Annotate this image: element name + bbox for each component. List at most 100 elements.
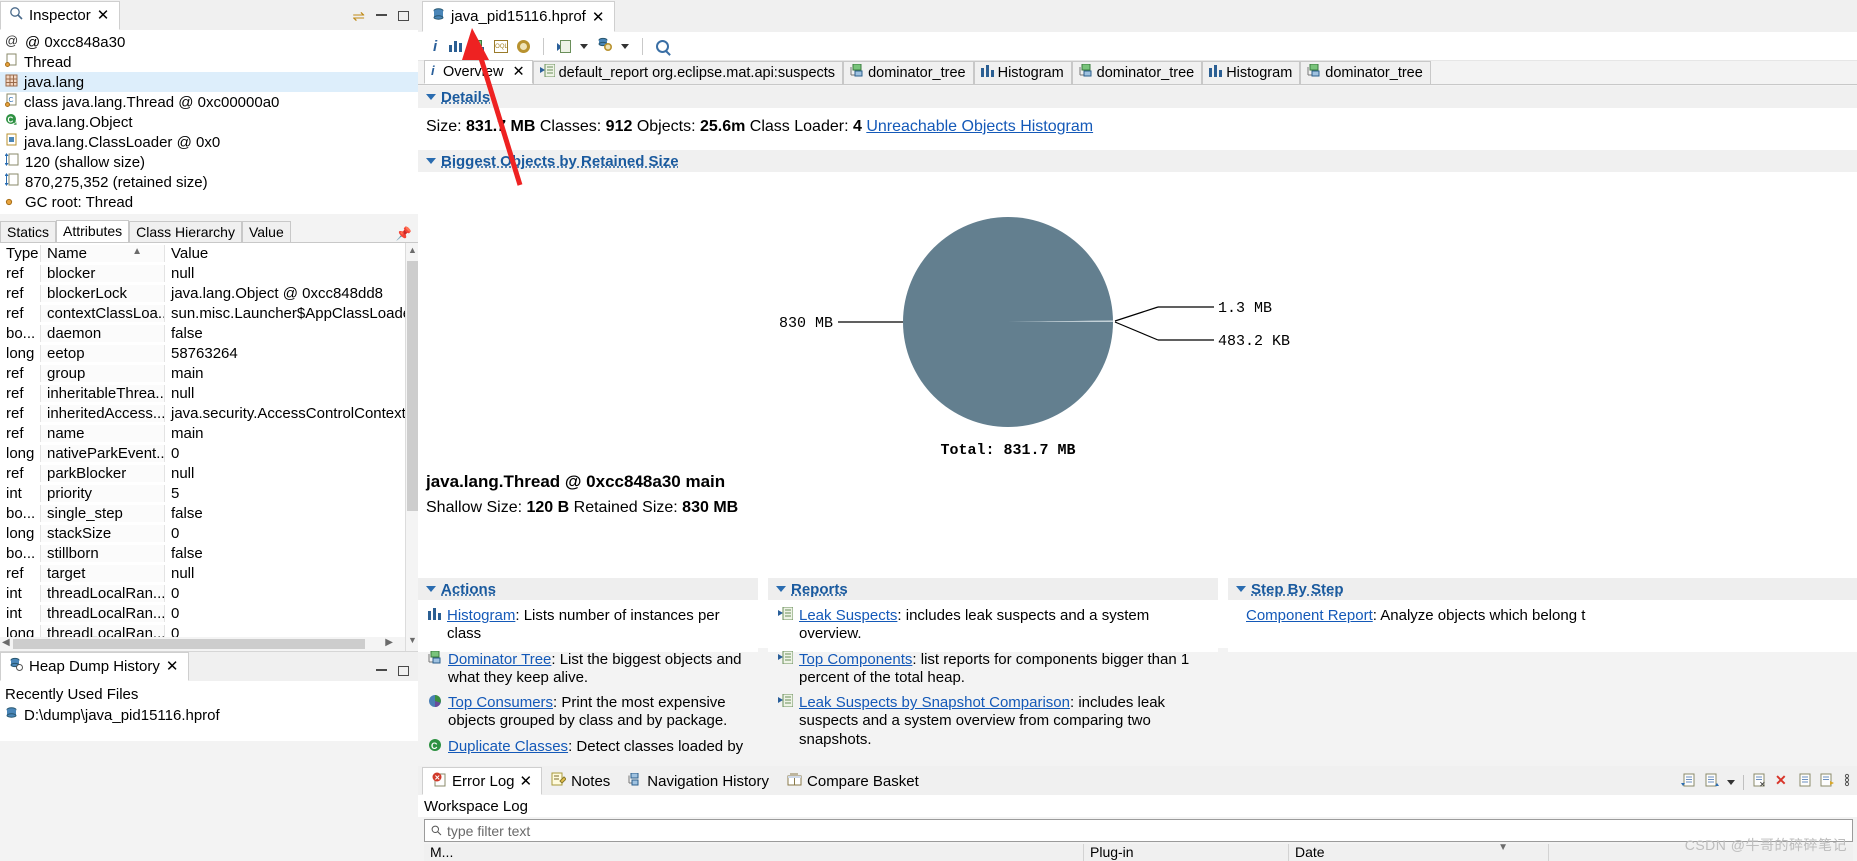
tab-inspector[interactable]: Inspector ✕ (0, 1, 121, 30)
bottom-tab-notes[interactable]: Notes (542, 767, 619, 795)
chevron-down-icon-2[interactable] (621, 43, 630, 49)
scrollbar-thumb[interactable] (407, 261, 418, 511)
minimize-icon[interactable] (376, 669, 387, 671)
inspector-row[interactable]: 120 (shallow size) (0, 152, 418, 172)
inspector-row[interactable]: @ @ 0xcc848a30 (0, 32, 418, 52)
scroll-down-icon[interactable]: ▼ (406, 635, 418, 650)
maximize-icon[interactable] (398, 666, 409, 676)
table-row[interactable]: int threadLocalRan... 0 (0, 603, 418, 623)
table-row[interactable]: ref name main (0, 423, 418, 443)
close-icon[interactable]: ✕ (520, 772, 533, 790)
table-row[interactable]: bo... daemon false (0, 323, 418, 343)
inspector-row[interactable]: Thread (0, 52, 418, 72)
actions-section-header[interactable]: Actions (418, 578, 758, 600)
table-row[interactable]: ref target null (0, 563, 418, 583)
bottom-tab-compare-basket[interactable]: Compare Basket (778, 767, 928, 795)
close-icon[interactable]: ✕ (166, 657, 179, 675)
hscrollbar-thumb[interactable] (13, 639, 365, 649)
inspector-row[interactable]: Cclass java.lang.Thread @ 0xc00000a0 (0, 92, 418, 112)
action-item[interactable]: Top Consumers: Print the most expensive … (418, 687, 758, 731)
chevron-down-icon[interactable] (776, 586, 786, 592)
reports-section-header[interactable]: Reports (768, 578, 1218, 600)
report-link[interactable]: Top Components (799, 651, 912, 668)
biggest-objects-section-header[interactable]: Biggest Objects by Retained Size (418, 150, 1857, 172)
action-link[interactable]: Histogram (447, 607, 515, 624)
action-link[interactable]: Duplicate Classes (448, 738, 568, 755)
report-item[interactable]: Leak Suspects by Snapshot Comparison: in… (768, 687, 1218, 749)
link-editor-icon[interactable]: ⇌ (352, 7, 365, 25)
maximize-icon[interactable] (398, 11, 409, 21)
table-row[interactable]: bo... single_step false (0, 503, 418, 523)
bottom-tab-error-log[interactable]: ✕ Error Log ✕ (422, 767, 543, 795)
table-row[interactable]: ref blocker null (0, 263, 418, 283)
table-row[interactable]: int priority 5 (0, 483, 418, 503)
close-icon[interactable]: ✕ (97, 6, 110, 24)
import-log-icon[interactable] (1681, 773, 1696, 791)
action-item[interactable]: Histogram: Lists number of instances per… (418, 600, 758, 644)
heap-file-item[interactable]: D:\dump\java_pid15116.hprof (0, 705, 418, 726)
scroll-up-icon[interactable]: ▲ (406, 245, 418, 260)
action-link[interactable]: Dominator Tree (448, 651, 551, 668)
log-column-header[interactable]: Plug-in (1084, 844, 1289, 861)
inspections-icon[interactable] (597, 37, 613, 55)
search-icon[interactable] (656, 39, 670, 53)
action-item[interactable]: C Duplicate Classes: Detect classes loade… (418, 731, 758, 757)
export-log-icon[interactable] (1704, 773, 1719, 791)
step-link[interactable]: Component Report (1246, 607, 1373, 624)
inspector-row[interactable]: java.lang (0, 72, 418, 92)
scroll-right-icon[interactable]: ▶ (385, 637, 393, 648)
table-row[interactable]: long nativeParkEvent... 0 (0, 443, 418, 463)
close-icon[interactable]: ✕ (512, 64, 524, 80)
delete-log-icon[interactable]: ✕ (1775, 772, 1790, 791)
open-log-icon[interactable] (1798, 773, 1812, 791)
view-menu-icon[interactable] (1843, 773, 1851, 791)
attr-tab-value[interactable]: Value (241, 221, 291, 242)
table-row[interactable]: ref group main (0, 363, 418, 383)
report-item[interactable]: Leak Suspects: includes leak suspects an… (768, 600, 1218, 644)
action-item[interactable]: Dominator Tree: List the biggest objects… (418, 644, 758, 688)
table-row[interactable]: ref contextClassLoa... sun.misc.Launcher$A… (0, 303, 418, 323)
step-by-step-section-header[interactable]: Step By Step (1228, 578, 1857, 600)
table-row[interactable]: long eetop 58763264 (0, 343, 418, 363)
unreachable-objects-histogram-link[interactable]: Unreachable Objects Histogram (866, 118, 1093, 135)
report-link[interactable]: Leak Suspects by Snapshot Comparison (799, 694, 1070, 711)
inner-tab-dominator_tree[interactable]: dominator_tree (843, 61, 974, 84)
chevron-down-icon[interactable] (1236, 586, 1246, 592)
minimize-icon[interactable] (376, 14, 387, 16)
chevron-down-icon[interactable] (426, 586, 436, 592)
attributes-vertical-scrollbar[interactable]: ▲ ▼ (405, 243, 418, 651)
event-details-icon[interactable] (1820, 773, 1835, 791)
report-link[interactable]: Leak Suspects (799, 607, 897, 624)
inspector-row[interactable]: 870,275,352 (retained size) (0, 172, 418, 192)
action-link[interactable]: Top Consumers (448, 694, 553, 711)
attributes-horizontal-scrollbar[interactable]: ◀ ▶ (0, 637, 405, 651)
clear-log-icon[interactable]: ✕ (1752, 773, 1767, 791)
column-header-type[interactable]: Type (0, 245, 40, 262)
inner-tab-overview[interactable]: i Overview ✕ (424, 60, 533, 84)
oql-icon[interactable]: OQL (494, 39, 509, 53)
step-item[interactable]: Component Report: Analyze objects which … (1228, 600, 1857, 625)
filter-input[interactable]: type filter text (424, 819, 1853, 842)
close-icon[interactable]: ✕ (592, 8, 605, 26)
histogram-icon[interactable] (449, 40, 463, 52)
column-header-name[interactable]: Name ▲ (40, 244, 165, 262)
chevron-down-icon[interactable] (426, 158, 436, 164)
inspector-row[interactable]: java.lang.ClassLoader @ 0x0 (0, 132, 418, 152)
tab-java-pid-hprof[interactable]: java_pid15116.hprof ✕ (422, 1, 616, 32)
attr-tab-statics[interactable]: Statics (0, 221, 57, 242)
inner-tab-default_report[interactable]: default_report org.eclipse.mat.api:suspe… (532, 61, 844, 84)
inspector-row[interactable]: Cs java.lang.Object (0, 112, 418, 132)
log-column-header[interactable]: M... (424, 844, 1084, 861)
table-row[interactable]: ref blockerLock java.lang.Object @ 0xcc848… (0, 283, 418, 303)
table-row[interactable]: ref inheritedAccess... java.security.Acces… (0, 403, 418, 423)
inner-tab-dominator_tree[interactable]: dominator_tree (1071, 61, 1203, 84)
inner-tab-dominator_tree[interactable]: dominator_tree (1300, 61, 1431, 84)
column-header-value[interactable]: Value (165, 245, 418, 262)
dominator-tree-icon[interactable] (471, 39, 485, 53)
table-row[interactable]: ref parkBlocker null (0, 463, 418, 483)
details-section-header[interactable]: Details (418, 86, 1857, 108)
info-icon[interactable]: i (430, 38, 440, 55)
inspector-row[interactable]: GC root: Thread (0, 192, 418, 212)
gear-icon[interactable] (517, 39, 531, 53)
pin-icon[interactable]: 📌 (396, 226, 418, 242)
